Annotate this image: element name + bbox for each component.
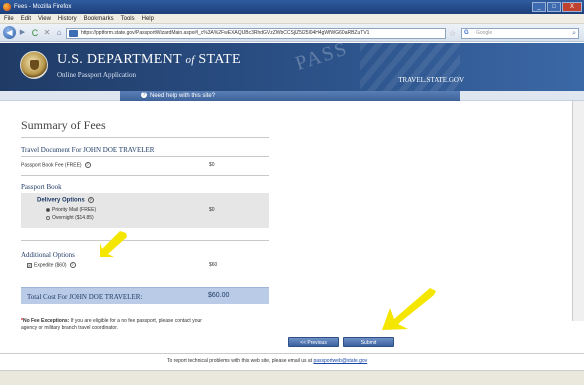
menu-help[interactable]: Help	[142, 14, 154, 23]
submit-button[interactable]: Submit	[343, 337, 394, 347]
menu-bar: File Edit View History Bookmarks Tools H…	[0, 14, 584, 24]
previous-button[interactable]: << Previous	[288, 337, 339, 347]
help-question-icon[interactable]: ?	[69, 262, 76, 268]
menu-bookmarks[interactable]: Bookmarks	[84, 14, 114, 23]
delivery-option-overnight[interactable]: Overnight ($14.85)	[46, 215, 94, 221]
radio-overnight[interactable]	[46, 215, 50, 220]
divider	[21, 175, 269, 176]
delivery-option-priority[interactable]: Priority Mail (FREE)	[46, 207, 96, 213]
window-title-bar: Fees - Mozilla Firefox _ □ X	[0, 0, 584, 14]
help-question-icon[interactable]: ?	[87, 197, 94, 203]
page-title: Summary of Fees	[21, 118, 106, 132]
help-question-icon[interactable]: ?	[84, 162, 91, 168]
additional-options-heading: Additional Options	[21, 251, 75, 259]
passport-watermark: PASS	[292, 43, 351, 75]
total-cost-bar: Total Cost For JOHN DOE TRAVELER: $60.00	[21, 287, 269, 304]
navigation-toolbar: ◀ ▶ C ✕ ⌂ https://pptform.state.gov/Pass…	[0, 24, 584, 42]
window-controls: _ □ X	[532, 2, 582, 12]
vertical-scrollbar[interactable]	[572, 101, 584, 321]
home-icon[interactable]: ⌂	[54, 27, 64, 39]
address-bar[interactable]: https://pptform.state.gov/PassportWizard…	[66, 28, 446, 39]
fees-summary-panel: Summary of Fees Travel Document For JOHN…	[0, 101, 580, 363]
google-icon[interactable]: G	[464, 30, 473, 37]
search-placeholder: Google	[476, 30, 493, 36]
department-subtitle: Online Passport Application	[57, 71, 136, 79]
total-cost-value: $60.00	[208, 292, 230, 299]
menu-history[interactable]: History	[58, 14, 77, 23]
site-identity-icon[interactable]	[69, 30, 78, 37]
minimize-button[interactable]: _	[532, 2, 546, 12]
delivery-value: $0	[209, 207, 215, 213]
status-bar	[0, 370, 584, 385]
divider	[21, 240, 269, 241]
department-title: U.S. DEPARTMENT of STATE	[57, 52, 241, 67]
travel-document-heading: Travel Document For JOHN DOE TRAVELER	[21, 146, 155, 154]
help-icon: ?	[141, 92, 147, 99]
divider	[21, 137, 269, 138]
annotation-arrow-expedite	[100, 231, 127, 257]
forward-arrow-icon[interactable]: ▶	[18, 27, 27, 39]
delivery-options-box: Delivery Options? Priority Mail (FREE) O…	[21, 193, 269, 228]
delivery-options-label: Delivery Options?	[37, 197, 94, 204]
help-link[interactable]: ? Need help with this site?	[141, 91, 215, 101]
stop-icon[interactable]: ✕	[42, 27, 52, 39]
bookmark-star-icon[interactable]: ☆	[449, 29, 456, 38]
passport-book-heading: Passport Book	[21, 183, 62, 191]
expedite-option[interactable]: ✓ Expedite ($60)?	[27, 262, 76, 268]
menu-tools[interactable]: Tools	[121, 14, 135, 23]
department-seal-logo	[20, 51, 48, 79]
back-arrow-icon[interactable]: ◀	[3, 26, 16, 39]
maximize-button[interactable]: □	[547, 2, 561, 12]
menu-edit[interactable]: Edit	[21, 14, 31, 23]
close-button[interactable]: X	[562, 2, 582, 12]
no-fee-notice: *No Fee Exceptions: If you are eligible …	[21, 318, 202, 331]
footer-text: To report technical problems with this w…	[167, 358, 368, 364]
help-bar: ? Need help with this site?	[0, 91, 584, 101]
menu-file[interactable]: File	[4, 14, 14, 23]
firefox-icon	[3, 3, 11, 11]
site-header: U.S. DEPARTMENT of STATE Online Passport…	[0, 43, 584, 91]
page-footer: To report technical problems with this w…	[0, 353, 584, 369]
radio-priority-mail[interactable]	[46, 207, 50, 212]
expedite-checkbox[interactable]: ✓	[27, 262, 32, 268]
window-title: Fees - Mozilla Firefox	[14, 4, 72, 10]
reload-icon[interactable]: C	[30, 27, 40, 39]
passport-book-fee-label: Passport Book Fee (FREE)?	[21, 162, 91, 169]
passport-book-fee-value: $0	[209, 162, 215, 168]
total-cost-label: Total Cost For JOHN DOE TRAVELER:	[27, 293, 143, 301]
menu-view[interactable]: View	[38, 14, 51, 23]
expedite-value: $60	[209, 262, 218, 268]
search-input[interactable]: G Google ⌕	[461, 28, 579, 39]
search-icon[interactable]: ⌕	[572, 29, 576, 38]
footer-email-link[interactable]: passportweb@state.gov	[313, 358, 367, 364]
travel-gov-logo[interactable]: TRAVEL.STATE.GOV	[398, 76, 464, 84]
url-text: https://pptform.state.gov/PassportWizard…	[81, 30, 370, 36]
annotation-arrow-submit	[382, 288, 436, 330]
divider	[21, 156, 269, 157]
